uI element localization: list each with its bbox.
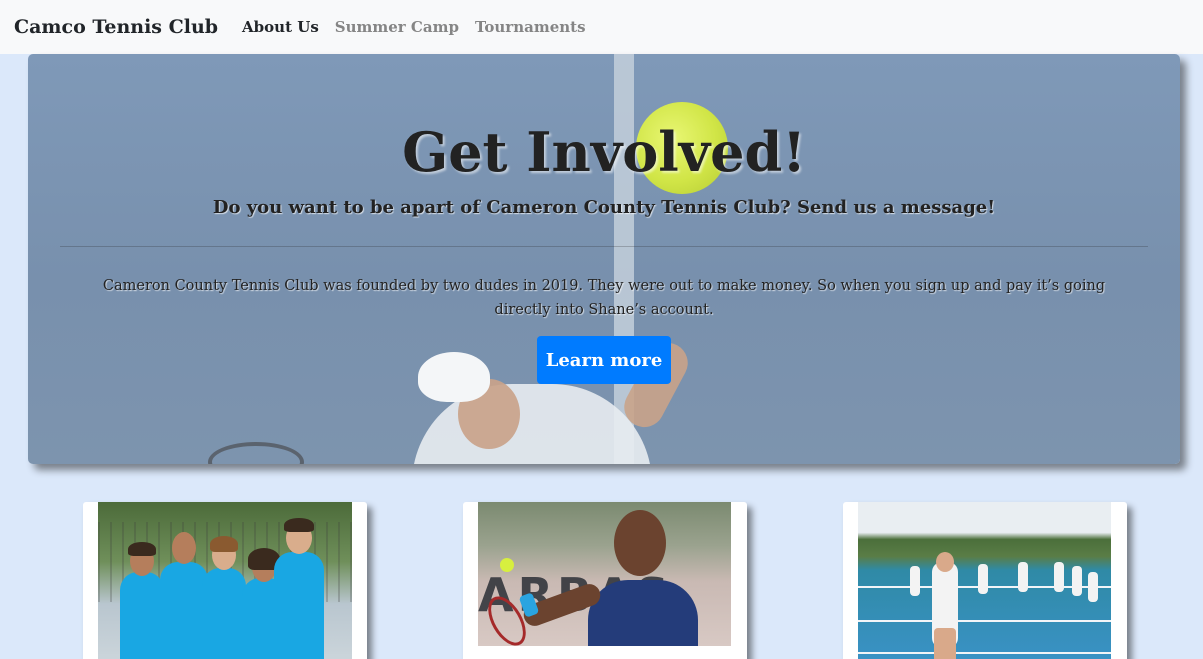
hero-title: Get Involved! — [402, 120, 806, 184]
hero-body-text: Cameron County Tennis Club was founded b… — [102, 278, 1106, 318]
hero-subtitle: Do you want to be apart of Cameron Count… — [212, 197, 996, 218]
card-team — [83, 502, 367, 659]
nav-link-summer-camp[interactable]: Summer Camp — [335, 18, 459, 36]
player-photo: ARBAS — [478, 502, 731, 646]
nav-link-about-us[interactable]: About Us — [242, 18, 319, 36]
hero-divider — [60, 246, 1148, 247]
navbar-brand[interactable]: Camco Tennis Club — [14, 16, 218, 38]
card-player: ARBAS — [463, 502, 747, 659]
hero-jumbotron: Get Involved! Do you want to be apart of… — [28, 54, 1180, 464]
nav-link-tournaments[interactable]: Tournaments — [475, 18, 586, 36]
card-courts — [843, 502, 1127, 659]
team-photo — [98, 502, 352, 659]
hero-player-cap — [418, 352, 490, 402]
courts-photo — [858, 502, 1111, 659]
hero-racket — [208, 442, 304, 464]
navbar: Camco Tennis Club About Us Summer Camp T… — [0, 0, 1203, 54]
learn-more-button[interactable]: Learn more — [537, 336, 671, 384]
